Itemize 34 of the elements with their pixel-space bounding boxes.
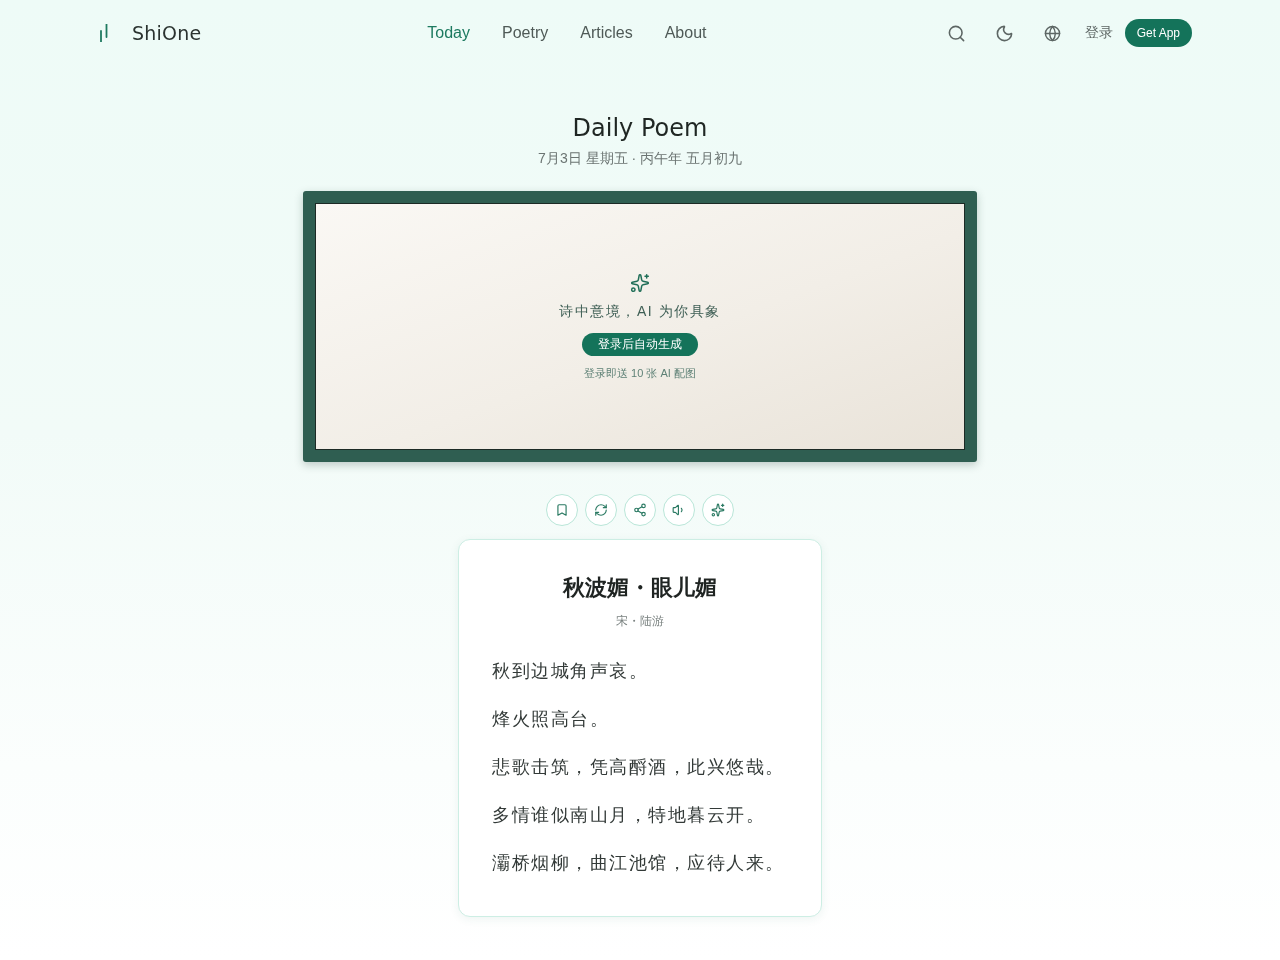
- get-app-button[interactable]: Get App: [1124, 19, 1192, 47]
- sparkle-icon: [630, 272, 650, 293]
- share-icon: [633, 503, 647, 517]
- poem-author: 宋・陆游: [615, 613, 665, 630]
- refresh-button[interactable]: [585, 494, 617, 526]
- nav-link[interactable]: Poetry: [502, 24, 549, 42]
- poem-line: 悲歌击筑，凭高酹酒，此兴悠哉。: [492, 756, 786, 779]
- generate-button[interactable]: 登录后自动生成: [582, 332, 698, 356]
- speaker-icon: [672, 503, 686, 517]
- illustration-caption: 诗中意境，AI 为你具象: [559, 301, 721, 321]
- refresh-icon: [594, 503, 608, 517]
- sparkle-icon: [711, 503, 725, 517]
- sparkle-button[interactable]: [702, 494, 734, 526]
- bookmark-button[interactable]: [546, 494, 578, 526]
- speaker-button[interactable]: [663, 494, 695, 526]
- moon-icon: [995, 23, 1015, 43]
- logo-text: ShiOne: [132, 22, 202, 44]
- nav-link[interactable]: Articles: [580, 24, 633, 42]
- nav-link[interactable]: Today: [427, 24, 470, 42]
- bookmark-icon: [555, 503, 569, 517]
- poem-line: 烽火照高台。: [492, 708, 610, 731]
- poem-line: 多情谁似南山月，特地暮云开。: [492, 804, 766, 827]
- login-link[interactable]: 登录: [1084, 24, 1113, 42]
- bonus-note: 登录即送 10 张 AI 配图: [584, 365, 696, 381]
- search-icon: [947, 23, 967, 43]
- logo-icon: [100, 24, 108, 42]
- page-title: Daily Poem: [572, 113, 708, 143]
- poem-line: 秋到边城角声哀。: [492, 660, 649, 683]
- globe-icon: [1044, 24, 1062, 42]
- nav-link[interactable]: About: [664, 24, 707, 42]
- date-text: 7月3日 星期五 · 丙午年 五月初九: [538, 149, 742, 168]
- poem-title: 秋波媚・眼儿媚: [561, 574, 718, 602]
- share-button[interactable]: [624, 494, 656, 526]
- poem-line: 灞桥烟柳，曲江池馆，应待人来。: [492, 852, 786, 875]
